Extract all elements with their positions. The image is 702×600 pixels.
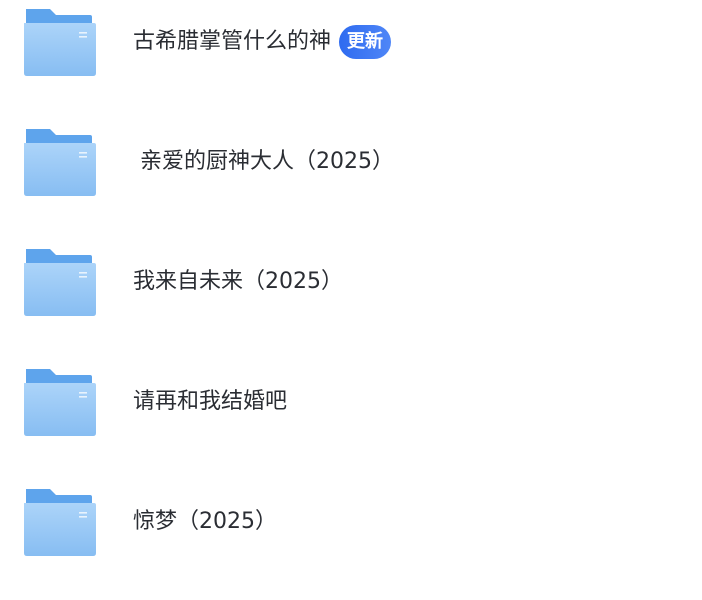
folder-icon [24, 129, 96, 196]
folder-icon [24, 489, 96, 556]
folder-icon [24, 369, 96, 436]
folder-row[interactable]: 惊梦（2025） [0, 480, 702, 600]
folder-name: 我来自未来（2025） [133, 265, 343, 299]
folder-name-label: 惊梦（2025） [133, 509, 277, 534]
update-badge: 更新 [339, 25, 392, 59]
folder-name: 请再和我结婚吧 [133, 385, 287, 419]
folder-name-label: 我来自未来（2025） [133, 269, 343, 294]
folder-row[interactable]: 我来自未来（2025） [0, 240, 702, 360]
folder-name-label: 请再和我结婚吧 [133, 389, 288, 414]
folder-list: 古希腊掌管什么的神 更新 亲爱的厨神大人（2025） 我来自未来（2025） 请… [0, 0, 702, 598]
folder-icon [24, 249, 96, 316]
folder-name: 古希腊掌管什么的神 更新 [133, 25, 392, 59]
folder-row[interactable]: 请再和我结婚吧 [0, 360, 702, 480]
folder-name-label: 古希腊掌管什么的神 [133, 29, 332, 54]
folder-row[interactable]: 古希腊掌管什么的神 更新 [0, 0, 702, 120]
folder-icon [24, 9, 96, 76]
folder-name: 亲爱的厨神大人（2025） [133, 145, 394, 179]
folder-name-label: 亲爱的厨神大人（2025） [133, 149, 394, 174]
folder-row[interactable]: 亲爱的厨神大人（2025） [0, 120, 702, 240]
folder-name: 惊梦（2025） [133, 505, 277, 539]
